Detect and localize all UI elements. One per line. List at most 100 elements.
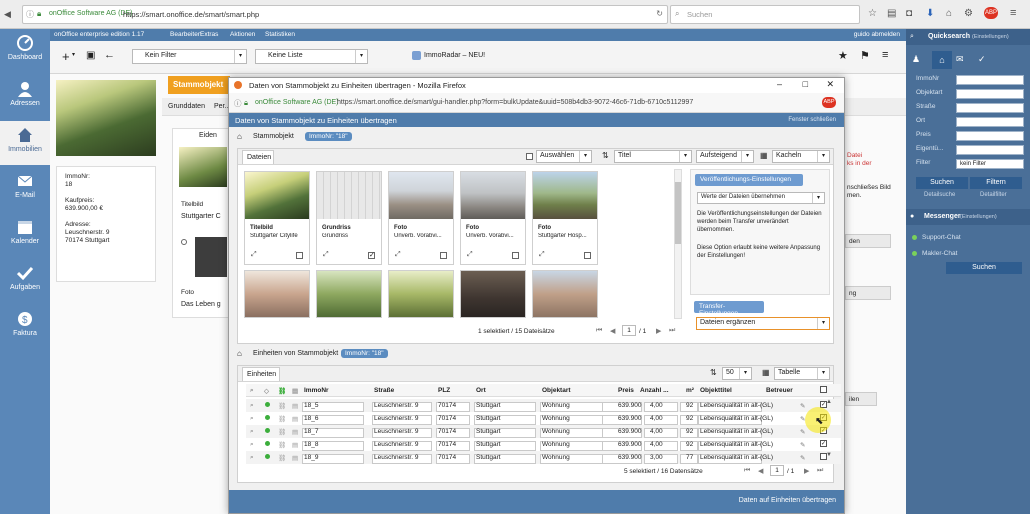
first-page-icon[interactable]: ⏮ [744,467,750,475]
close-window-link[interactable]: Fenster schließen [788,117,836,123]
bg-files-tab[interactable]: Eiden [199,132,217,139]
table-row[interactable]: ⌕ ⛓ ▤ 18_5 Leuschnerstr. 9 70174 Stuttgart Wohn… [246,399,841,412]
expand-icon[interactable]: ⤢ [467,251,473,259]
scrollbar-thumb[interactable] [675,182,681,244]
col-objektart[interactable]: Objektart [542,387,571,394]
per-page-select[interactable]: 50 ▾ [722,367,752,380]
bg-button[interactable]: ng [845,286,891,300]
qs-strasse-input[interactable] [956,103,1024,113]
envelope-icon[interactable]: ✉ [956,54,964,65]
qs-objektart-select[interactable] [956,89,1024,99]
back-icon[interactable]: ◀ [4,9,11,20]
scroll-up-icon[interactable]: ▲ [826,399,832,405]
col-strasse[interactable]: Straße [374,387,394,394]
nav-dashboard[interactable]: Dashboard [0,29,50,73]
tree-icon[interactable]: ⚑ [860,49,870,62]
person-icon[interactable]: ♟ [912,54,920,65]
nav-email[interactable]: E-Mail [0,167,50,211]
table-row[interactable]: ⌕ ⛓ ▤ 18_8 Leuschnerstr. 9 70174 Stuttgart Wohn… [246,438,841,451]
sort-field-select[interactable]: Titel ▾ [614,150,692,163]
tab-dateien[interactable]: Dateien [242,150,274,164]
expand-icon[interactable]: ⤢ [323,251,329,259]
col-anzahl[interactable]: Anzahl ... [640,387,669,394]
qs-eigentuemer-input[interactable] [956,145,1024,155]
qs-immonr-input[interactable] [956,75,1024,85]
file-card[interactable] [532,270,598,318]
chevron-down-icon[interactable]: ▾ [72,51,75,58]
expand-icon[interactable]: ⤢ [251,251,257,259]
qs-filter-select[interactable]: kein Filter [956,159,1024,169]
transfer-mode-select[interactable]: Dateien ergänzen ▾ [696,317,830,330]
file-checkbox[interactable] [512,252,519,259]
col-betreuer[interactable]: Betreuer [766,387,793,394]
file-card[interactable]: Foto Unverb. Vorabvi... ⤢ [388,171,454,265]
file-checkbox[interactable] [584,252,591,259]
save-icon[interactable]: ▣ [86,50,95,61]
nav-adressen[interactable]: Adressen [0,75,50,119]
next-page-icon[interactable]: ▶ [656,327,661,335]
browser-search-input[interactable]: ⌕ Suchen [670,5,860,24]
reload-icon[interactable]: ↻ [656,9,663,18]
messenger-settings[interactable]: (Einstellungen) [960,214,997,220]
tab-stammobjekt[interactable]: Stammobjekt [168,76,230,94]
minimize-icon[interactable]: – [777,79,782,89]
maximize-icon[interactable]: □ [803,79,808,89]
bg-button[interactable]: den [845,234,891,248]
page-input[interactable]: 1 [622,325,636,336]
file-card[interactable] [460,270,526,318]
scroll-down-icon[interactable]: ▼ [826,452,832,458]
support-chat-link[interactable]: Support-Chat [922,234,961,241]
prev-page-icon[interactable]: ◀ [610,327,615,335]
expand-icon[interactable]: ⤢ [539,251,545,259]
nav-faktura[interactable]: $ Faktura [0,305,50,349]
file-card[interactable] [244,270,310,318]
submit-transfer-button[interactable]: Daten auf Einheiten übertragen [739,497,836,504]
bg-button[interactable]: ilen [845,392,877,406]
file-checkbox[interactable] [296,252,303,259]
edit-icon[interactable]: ✎ [800,402,805,410]
col-m2[interactable]: m² [686,387,694,394]
prev-page-icon[interactable]: ◀ [758,467,763,475]
qs-filter-button[interactable]: Filtern [970,177,1022,189]
table-row[interactable]: ⌕ ⛓ ▤ 18_6 Leuschnerstr. 9 70174 Stuttgart Wohn… [246,412,841,425]
nav-immobilien[interactable]: Immobilien [0,121,50,165]
immoradar-link[interactable]: ImmoRadar – NEU! [424,52,485,59]
auswaehlen-select[interactable]: Auswählen ▾ [536,150,592,163]
filter-select[interactable]: Kein Filter ▾ [132,49,247,64]
url-bar[interactable]: ⓘ 🔒︎ onOffice Software AG (DE) https://s… [22,5,668,24]
qs-preis-input[interactable] [956,131,1024,141]
view-select[interactable]: Kacheln ▾ [772,150,830,163]
search-icon[interactable]: ⌕ [250,441,254,449]
search-icon[interactable]: ⌕ [250,454,254,462]
tab-einheiten[interactable]: Einheiten [242,367,280,381]
col-objekttitel[interactable]: Objekttitel [700,387,732,394]
file-card[interactable] [316,270,382,318]
menu-statistiken[interactable]: Statistiken [265,31,295,38]
messenger-search-button[interactable]: Suchen [946,262,1022,274]
back-arrow-icon[interactable]: ← [104,49,115,61]
search-icon[interactable]: ⌕ [250,415,254,423]
nav-aufgaben[interactable]: Aufgaben [0,259,50,303]
bg-radio[interactable] [181,239,187,245]
home-icon[interactable]: ⌂ [946,8,952,19]
row-checkbox[interactable]: ✓ [820,440,827,447]
menu-icon[interactable]: ≡ [1010,7,1016,19]
makler-chat-link[interactable]: Makler-Chat [922,250,957,257]
file-card[interactable]: Titelbild Stuttgarter Citylife ⤢ [244,171,310,265]
qs-ort-input[interactable] [956,117,1024,127]
first-page-icon[interactable]: ⏮ [596,327,602,335]
select-all-checkbox[interactable] [526,153,533,160]
tab-grunddaten[interactable]: Grunddaten [168,103,205,110]
download-icon[interactable]: ⬇ [926,8,934,19]
adblock-icon[interactable]: ABP [822,97,836,108]
adblock-icon[interactable]: ABP [984,7,998,19]
check-icon[interactable]: ✓ [978,54,986,65]
col-ort[interactable]: Ort [476,387,486,394]
close-icon[interactable]: ✕ [826,79,834,90]
addon-icon[interactable]: ⚙ [964,8,973,19]
file-card[interactable]: Grundriss Grundriss ⤢ ✓ [316,171,382,265]
file-card[interactable] [388,270,454,318]
pocket-icon[interactable]: ◘ [906,8,912,19]
menu-aktionen[interactable]: Aktionen [230,31,255,38]
select-all-checkbox[interactable] [820,386,827,393]
